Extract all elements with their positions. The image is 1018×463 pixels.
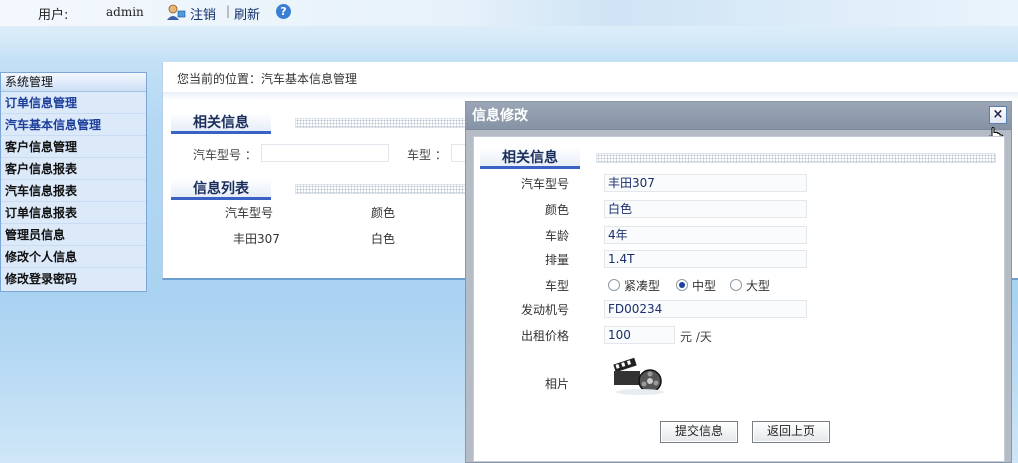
top-bar: 用户: admin 注销 | 刷新 ? <box>0 0 1018 26</box>
type-radio-group: 紧凑型 中型 大型 <box>608 279 808 293</box>
sidebar-item-admin-info[interactable]: 管理员信息 <box>1 224 146 246</box>
dialog-title[interactable]: 信息修改 <box>466 102 1011 130</box>
close-icon[interactable]: × <box>989 106 1007 124</box>
logout-link[interactable]: 注销 <box>190 4 216 23</box>
submit-button[interactable]: 提交信息 <box>660 421 738 443</box>
user-logout-icon[interactable] <box>166 3 186 21</box>
breadcrumb: 您当前的位置：汽车基本信息管理 <box>177 72 358 86</box>
sidebar: 系统管理 订单信息管理 汽车基本信息管理 客户信息管理 客户信息报表 汽车信息报… <box>0 72 147 292</box>
sidebar-item-edit-profile[interactable]: 修改个人信息 <box>1 246 146 268</box>
photo-label: 相片 <box>544 377 569 391</box>
radio-midsize-label: 中型 <box>692 279 717 293</box>
radio-compact[interactable] <box>608 279 620 291</box>
type-label: 车型 <box>544 279 569 293</box>
user-label: 用户: <box>38 8 69 23</box>
film-reel-photo-icon <box>610 357 670 397</box>
refresh-link[interactable]: 刷新 <box>234 4 260 23</box>
radio-compact-label: 紧凑型 <box>624 279 661 293</box>
table-header-model: 汽车型号 <box>225 206 274 220</box>
sidebar-item-customer-report[interactable]: 客户信息报表 <box>1 158 146 180</box>
table-cell-model: 丰田307 <box>233 232 280 246</box>
dialog-related-info-tab: 相关信息 <box>480 147 580 169</box>
sidebar-heading[interactable]: 系统管理 <box>1 73 146 92</box>
radio-midsize[interactable] <box>676 279 688 291</box>
sidebar-item-customer-management[interactable]: 客户信息管理 <box>1 136 146 158</box>
search-model-label: 汽车型号 ： <box>193 148 257 162</box>
table-header-color: 颜色 <box>371 206 396 220</box>
info-list-tab: 信息列表 <box>171 178 271 200</box>
help-icon[interactable]: ? <box>276 4 291 19</box>
sidebar-item-car-info-management[interactable]: 汽车基本信息管理 <box>1 114 146 136</box>
engine-input[interactable]: FD00234 <box>604 300 807 318</box>
color-input[interactable]: 白色 <box>604 200 807 218</box>
divider <box>163 92 1018 100</box>
price-input[interactable]: 100 <box>604 326 675 344</box>
model-input[interactable]: 丰田307 <box>604 174 807 192</box>
search-type-label: 车型 ： <box>407 148 447 162</box>
color-label: 颜色 <box>544 203 569 217</box>
search-model-input[interactable] <box>261 144 389 162</box>
back-button[interactable]: 返回上页 <box>752 421 830 443</box>
table-cell-color: 白色 <box>371 232 396 246</box>
displacement-input[interactable]: 1.4T <box>604 250 807 268</box>
engine-label: 发动机号 <box>520 303 569 317</box>
edit-dialog: 信息修改 × 相关信息 汽车型号 丰田307 颜色 白色 车龄 4年 排量 1.… <box>465 101 1012 463</box>
radio-large-label: 大型 <box>746 279 771 293</box>
dialog-related-info-header: 相关信息 <box>480 147 998 169</box>
user-name: admin <box>106 5 144 19</box>
age-input[interactable]: 4年 <box>604 226 807 244</box>
dialog-body: 相关信息 汽车型号 丰田307 颜色 白色 车龄 4年 排量 1.4T 车型 紧… <box>473 136 1005 462</box>
price-unit: 元 /天 <box>680 330 712 344</box>
radio-large[interactable] <box>730 279 742 291</box>
model-label: 汽车型号 <box>520 177 569 191</box>
sidebar-item-order-report[interactable]: 订单信息报表 <box>1 202 146 224</box>
sidebar-item-change-password[interactable]: 修改登录密码 <box>1 268 146 290</box>
displacement-label: 排量 <box>544 253 569 267</box>
price-label: 出租价格 <box>520 329 569 343</box>
sidebar-item-order-management[interactable]: 订单信息管理 <box>1 92 146 114</box>
dotted-bar <box>596 153 996 163</box>
sidebar-item-car-report[interactable]: 汽车信息报表 <box>1 180 146 202</box>
age-label: 车龄 <box>544 229 569 243</box>
related-info-tab: 相关信息 <box>171 112 271 134</box>
separator: | <box>226 4 231 18</box>
